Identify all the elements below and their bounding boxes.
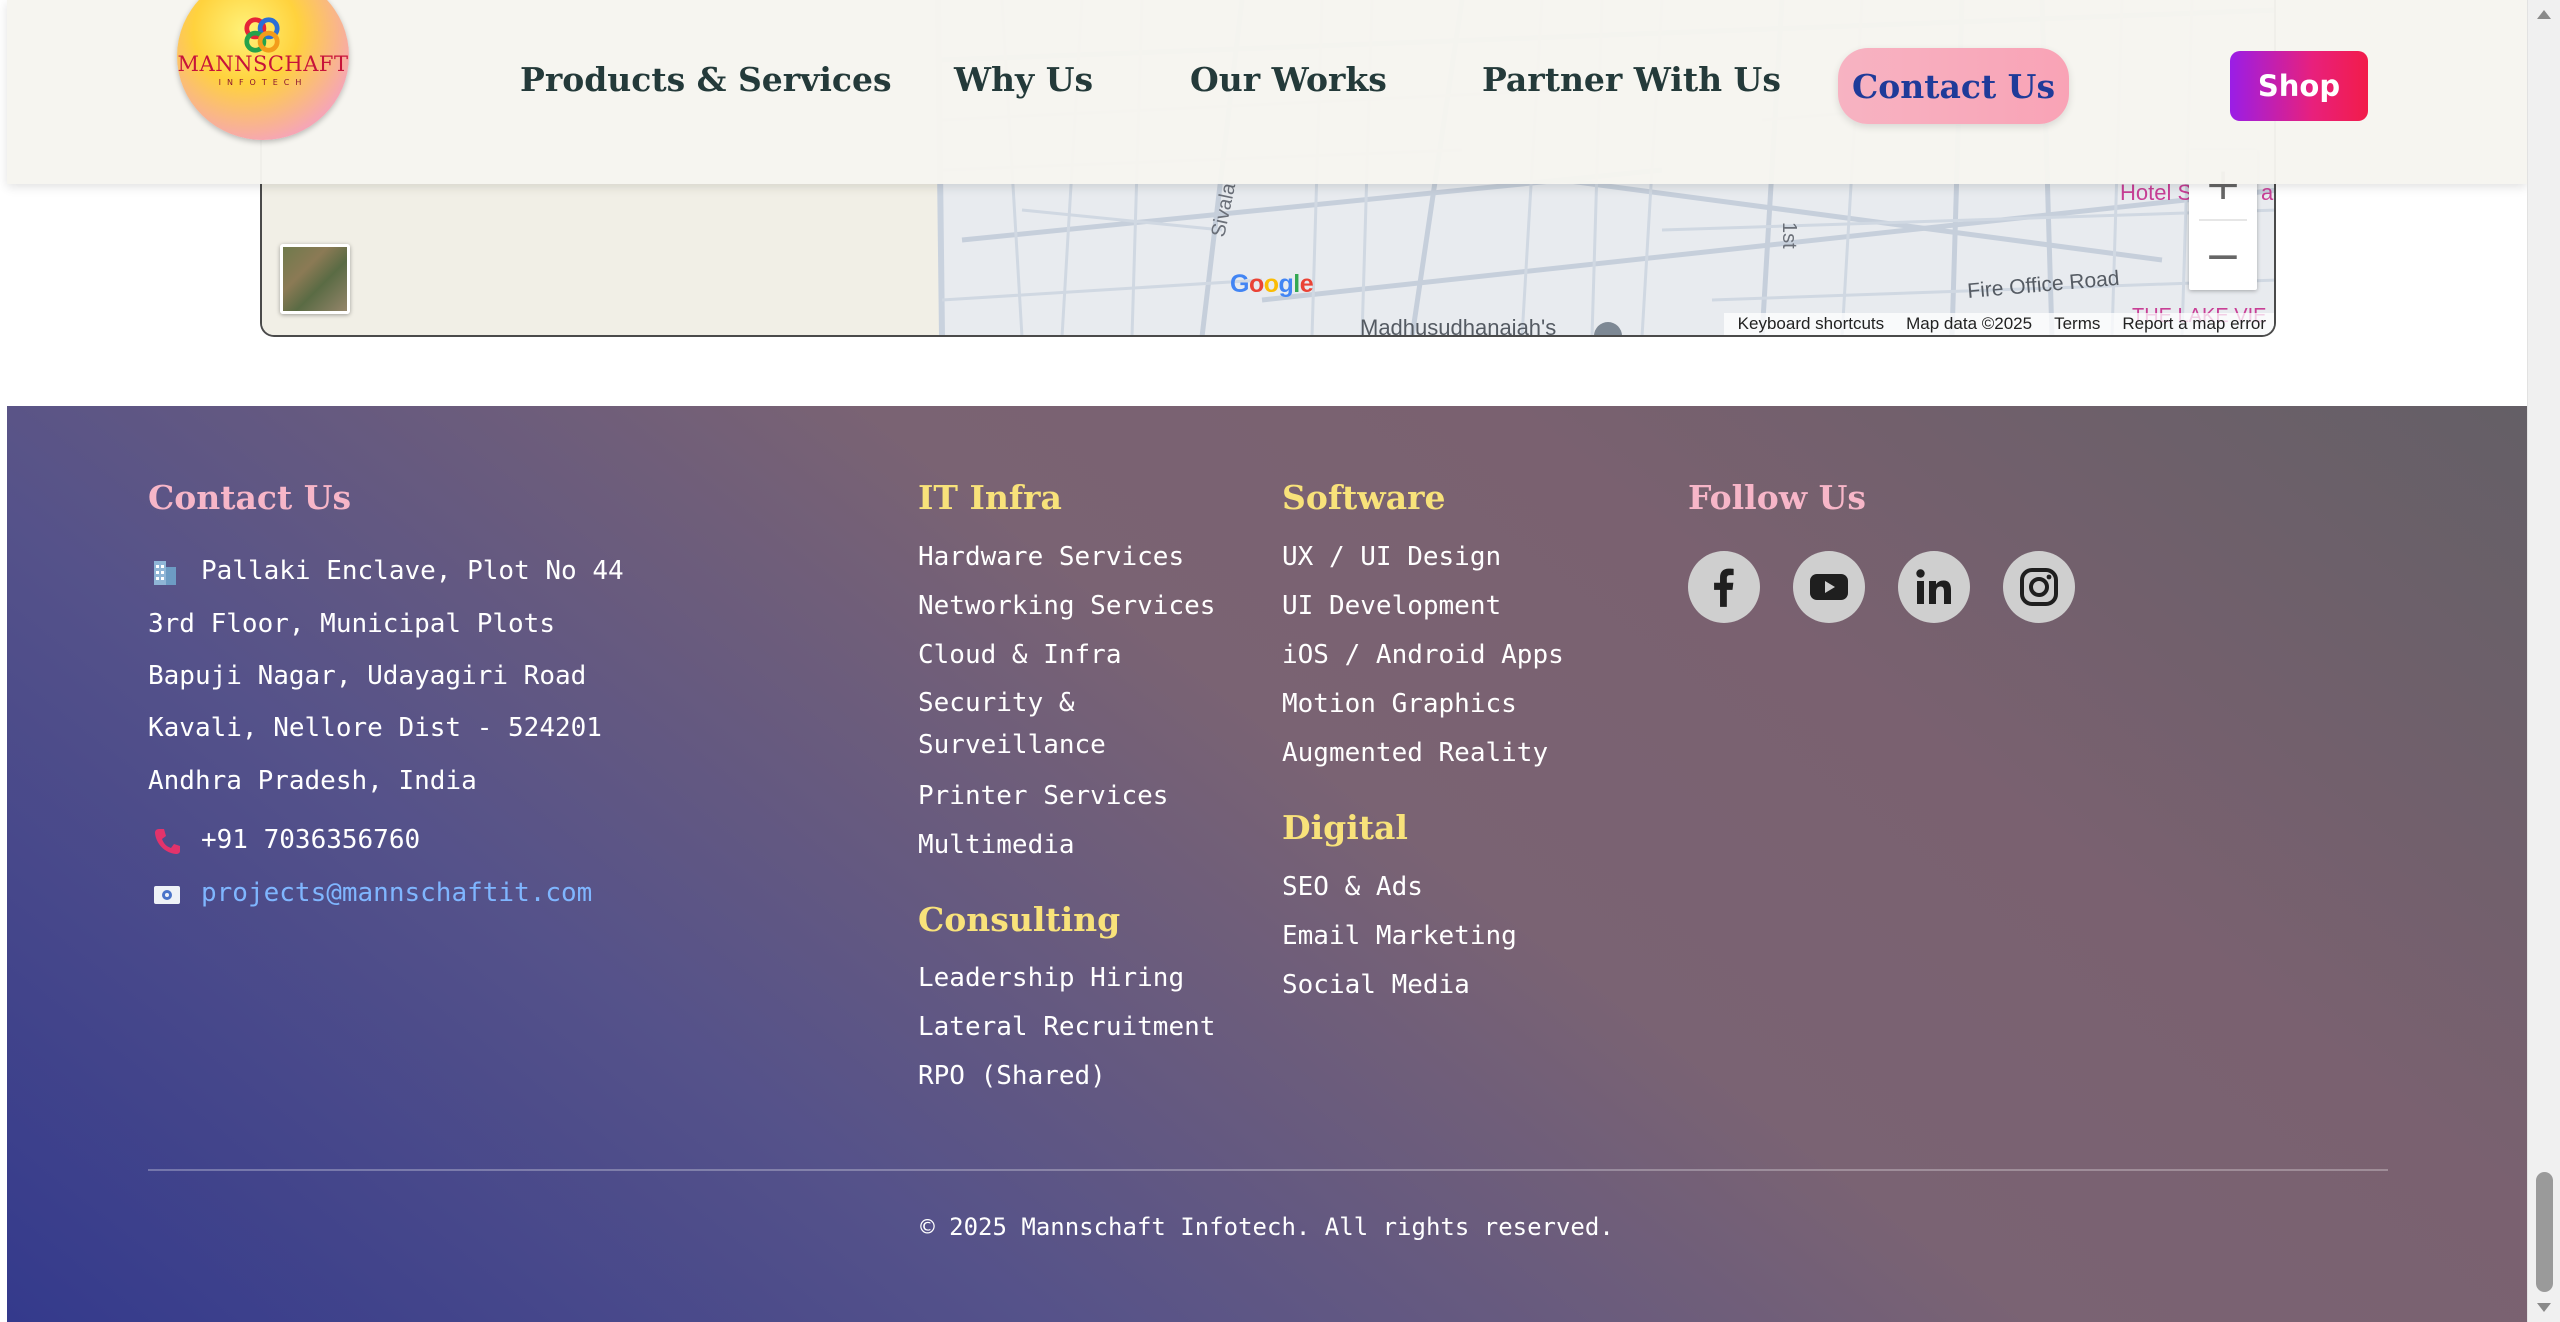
satellite-toggle-thumbnail[interactable] [280, 244, 350, 314]
footer-link-ui-development[interactable]: UI Development [1282, 591, 1501, 621]
terms-link[interactable]: Terms [2054, 314, 2100, 334]
footer-link-leadership-hiring[interactable]: Leadership Hiring [918, 963, 1184, 993]
nav-products-services[interactable]: Products & Services [520, 60, 892, 99]
footer-link-hardware-services[interactable]: Hardware Services [918, 542, 1184, 572]
footer-divider [148, 1169, 2388, 1171]
address-line: Kavali, Nellore Dist - 524201 [148, 713, 602, 743]
zoom-divider [2199, 219, 2247, 221]
linkedin-icon[interactable] [1898, 551, 1970, 623]
map-data-text: Map data ©2025 [1906, 314, 2033, 333]
scroll-up-arrow-icon[interactable] [2537, 10, 2551, 19]
footer-link-ios-android-apps[interactable]: iOS / Android Apps [1282, 640, 1564, 670]
copyright-text: © 2025 Mannschaft Infotech. All rights r… [920, 1213, 1614, 1241]
logo-text: MANNSCHAFT [177, 52, 349, 76]
contact-heading: Contact Us [148, 478, 352, 517]
footer-link-motion-graphics[interactable]: Motion Graphics [1282, 689, 1517, 719]
facebook-glyph [1714, 568, 1734, 607]
page-scrollbar[interactable] [2527, 0, 2560, 1322]
zoom-out-icon[interactable]: − [2189, 222, 2257, 290]
consulting-heading: Consulting [918, 900, 1121, 939]
keyboard-shortcuts-link[interactable]: Keyboard shortcuts [1738, 314, 1884, 334]
address-line: Andhra Pradesh, India [148, 766, 477, 796]
instagram-icon[interactable] [2003, 551, 2075, 623]
logo-subtext: INFOTECH [218, 78, 308, 87]
site-header: MANNSCHAFT INFOTECH Products & Services … [7, 0, 2527, 184]
google-logo: Google [1230, 270, 1314, 298]
scroll-down-arrow-icon[interactable] [2537, 1303, 2551, 1312]
nav-partner-with-us[interactable]: Partner With Us [1482, 60, 1781, 99]
email-icon [154, 886, 180, 904]
scrollbar-thumb[interactable] [2536, 1172, 2553, 1292]
building-icon [154, 561, 176, 585]
address-line: 3rd Floor, Municipal Plots [148, 609, 555, 639]
facebook-icon[interactable] [1688, 551, 1760, 623]
footer-link-augmented-reality[interactable]: Augmented Reality [1282, 738, 1548, 768]
software-heading: Software [1282, 478, 1446, 517]
footer-link-rpo-shared[interactable]: RPO (Shared) [918, 1061, 1106, 1091]
footer-link-networking-services[interactable]: Networking Services [918, 591, 1215, 621]
nav-contact-us-button[interactable]: Contact Us [1838, 48, 2069, 124]
address-line: Bapuji Nagar, Udayagiri Road [148, 661, 587, 691]
footer-link-printer-services[interactable]: Printer Services [918, 781, 1168, 811]
nav-why-us[interactable]: Why Us [954, 60, 1093, 99]
follow-us-heading: Follow Us [1688, 478, 1866, 517]
map-attribution: Keyboard shortcuts Map data ©2025 Terms … [1723, 313, 2274, 335]
it-infra-heading: IT Infra [918, 478, 1062, 517]
footer-link-social-media[interactable]: Social Media [1282, 970, 1470, 1000]
youtube-icon[interactable] [1793, 551, 1865, 623]
shop-button[interactable]: Shop [2230, 51, 2368, 121]
youtube-glyph [1810, 574, 1848, 600]
phone-icon [155, 829, 180, 854]
footer-link-ux-ui-design[interactable]: UX / UI Design [1282, 542, 1501, 572]
linkedin-glyph [1916, 569, 1951, 604]
address-line: Pallaki Enclave, Plot No 44 [201, 556, 624, 586]
map-label-side: 1st [1778, 222, 1800, 249]
footer-link-cloud-infra[interactable]: Cloud & Infra [918, 640, 1122, 670]
site-footer: Contact Us Pallaki Enclave, Plot No 44 3… [7, 406, 2527, 1322]
instagram-glyph [2020, 568, 2058, 606]
email-link[interactable]: projects@mannschaftit.com [201, 878, 592, 908]
footer-link-email-marketing[interactable]: Email Marketing [1282, 921, 1517, 951]
footer-link-multimedia[interactable]: Multimedia [918, 830, 1075, 860]
company-logo[interactable]: MANNSCHAFT INFOTECH [177, 0, 349, 140]
report-map-error-link[interactable]: Report a map error [2122, 314, 2266, 334]
digital-heading: Digital [1282, 808, 1408, 847]
footer-link-lateral-recruitment[interactable]: Lateral Recruitment [918, 1012, 1215, 1042]
map-label-poi: Madhusudhanaiah's [1360, 315, 1556, 337]
nav-our-works[interactable]: Our Works [1190, 60, 1387, 99]
footer-link-security-surveillance[interactable]: Security & Surveillance [918, 682, 1218, 766]
phone-number: +91 7036356760 [201, 825, 421, 855]
footer-link-seo-ads[interactable]: SEO & Ads [1282, 872, 1423, 902]
logo-emblem-icon [244, 17, 280, 53]
